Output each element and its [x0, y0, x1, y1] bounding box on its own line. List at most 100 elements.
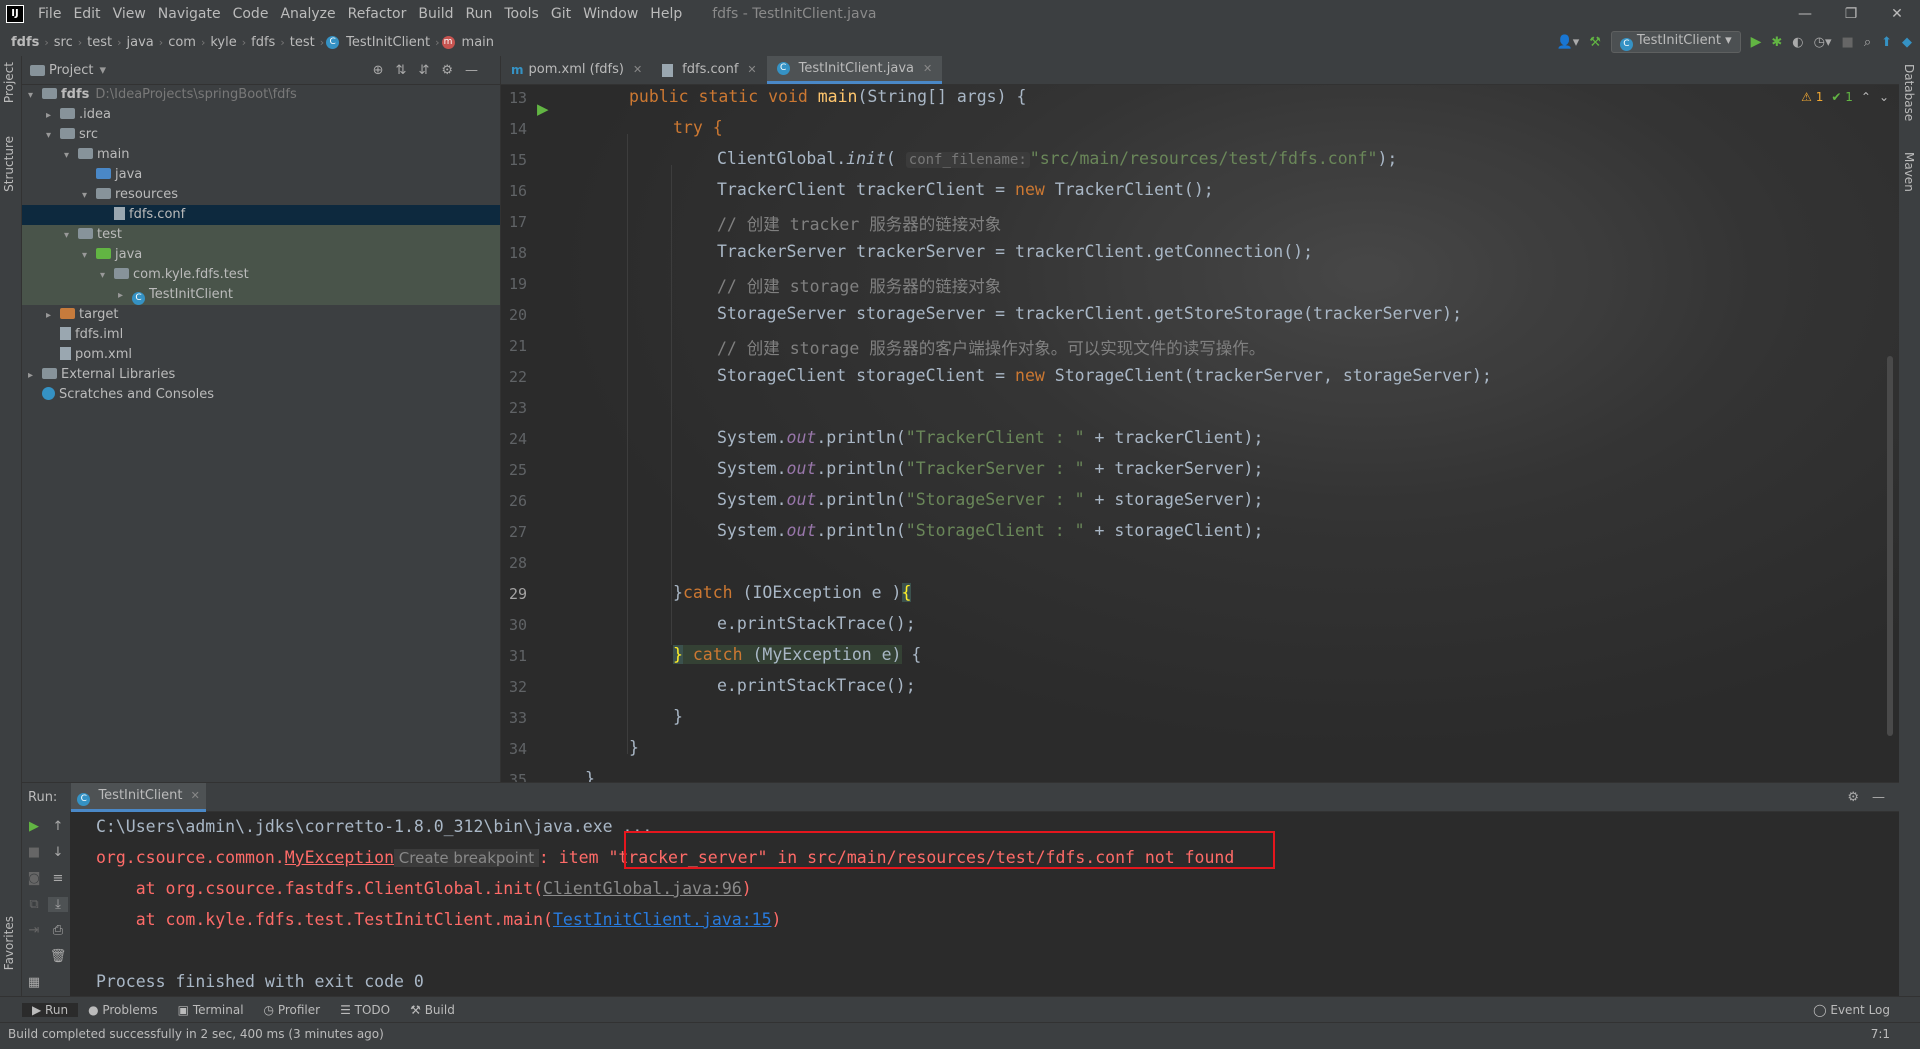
- tool-tab-project[interactable]: Project: [2, 62, 16, 103]
- scroll-to-end-icon[interactable]: ⤓: [48, 897, 68, 912]
- chevron-down-icon[interactable]: ▾: [64, 146, 78, 166]
- tool-tab-problems[interactable]: ● Problems: [78, 1003, 168, 1017]
- menu-navigate[interactable]: Navigate: [152, 6, 227, 22]
- scroll-up-icon[interactable]: ↑: [48, 819, 68, 834]
- menu-analyze[interactable]: Analyze: [274, 6, 341, 22]
- export-icon[interactable]: ⇥: [24, 923, 44, 938]
- chevron-down-icon[interactable]: ▾: [82, 186, 96, 206]
- menu-view[interactable]: View: [107, 6, 152, 22]
- tree-item[interactable]: ▸ C TestInitClient: [22, 285, 500, 305]
- gear-icon[interactable]: ⚙: [1847, 790, 1859, 805]
- chevron-right-icon[interactable]: ▸: [46, 306, 60, 326]
- tool-tab-run[interactable]: ▶ Run: [22, 1003, 79, 1017]
- search-icon[interactable]: ⌕: [1864, 35, 1871, 50]
- create-breakpoint-link[interactable]: Create breakpoint: [394, 849, 539, 867]
- chevron-down-icon[interactable]: ▾: [46, 126, 60, 146]
- soft-wrap-icon[interactable]: ≡: [48, 871, 68, 886]
- tool-tab-favorites[interactable]: Favorites: [2, 916, 16, 970]
- tool-tab-profiler[interactable]: ◷ Profiler: [254, 1003, 331, 1017]
- menu-edit[interactable]: Edit: [67, 6, 106, 22]
- trash-icon[interactable]: 🗑: [48, 949, 68, 964]
- chevron-down-icon[interactable]: ▾: [82, 246, 96, 266]
- menu-window[interactable]: Window: [577, 6, 644, 22]
- close-icon[interactable]: ✕: [747, 56, 756, 84]
- tree-item[interactable]: ▸ External Libraries: [22, 365, 500, 385]
- stop-icon[interactable]: ■: [24, 845, 44, 860]
- breadcrumb-item[interactable]: fdfs: [248, 35, 278, 50]
- breadcrumb-item[interactable]: java: [124, 35, 157, 50]
- tree-item[interactable]: fdfs.conf: [22, 205, 500, 225]
- run-gutter-icon[interactable]: ▶: [537, 100, 549, 118]
- project-toolbar-icons[interactable]: ⊕⇅⇵⚙—: [373, 63, 490, 78]
- breadcrumb-item[interactable]: com: [165, 35, 199, 50]
- breadcrumb-item[interactable]: TestInitClient: [343, 35, 433, 50]
- debug-icon[interactable]: ✱: [1771, 35, 1782, 50]
- update-icon[interactable]: ⬆: [1881, 35, 1892, 50]
- stacktrace-link[interactable]: TestInitClient.java:15: [553, 910, 772, 929]
- stacktrace-link[interactable]: ClientGlobal.java:96: [543, 879, 742, 898]
- breadcrumb-item[interactable]: test: [84, 35, 115, 50]
- restore-button[interactable]: ❐: [1828, 0, 1874, 28]
- user-icon[interactable]: 👤▾: [1557, 35, 1580, 50]
- menu-build[interactable]: Build: [412, 6, 459, 22]
- menu-help[interactable]: Help: [644, 6, 688, 22]
- chevron-down-icon[interactable]: ▾: [100, 266, 114, 286]
- print-icon[interactable]: ⎙: [48, 923, 68, 938]
- stop-icon[interactable]: ■: [1842, 35, 1854, 50]
- run-icon[interactable]: ▶: [1751, 34, 1762, 50]
- breadcrumb-item[interactable]: main: [459, 35, 497, 50]
- menu-refactor[interactable]: Refactor: [342, 6, 413, 22]
- event-log-button[interactable]: ◯ Event Log: [1803, 1003, 1900, 1017]
- tree-item[interactable]: pom.xml: [22, 345, 500, 365]
- hide-icon[interactable]: —: [1872, 790, 1885, 805]
- tool-tab-database[interactable]: Database: [1902, 64, 1916, 121]
- tree-item[interactable]: ▾ fdfs D:\IdeaProjects\springBoot\fdfs: [22, 85, 500, 105]
- menu-file[interactable]: File: [32, 6, 67, 22]
- tree-item[interactable]: fdfs.iml: [22, 325, 500, 345]
- menu-tools[interactable]: Tools: [498, 6, 545, 22]
- chevron-down-icon[interactable]: ▾: [99, 63, 106, 78]
- tree-item[interactable]: java: [22, 165, 500, 185]
- tool-tab-structure[interactable]: Structure: [2, 136, 16, 192]
- chevron-right-icon[interactable]: ▸: [118, 286, 132, 306]
- layout-icon[interactable]: ▦: [24, 975, 44, 990]
- tree-item[interactable]: ▾ com.kyle.fdfs.test: [22, 265, 500, 285]
- run-tab-testinitclient[interactable]: C TestInitClient ✕: [71, 782, 206, 812]
- editor-scrollbar[interactable]: [1887, 356, 1893, 736]
- camera-icon[interactable]: ◙: [24, 871, 44, 886]
- minimize-button[interactable]: —: [1782, 0, 1828, 28]
- tool-tab-terminal[interactable]: ▣ Terminal: [168, 1003, 254, 1017]
- tree-item[interactable]: Scratches and Consoles: [22, 385, 500, 405]
- tree-item[interactable]: ▾ resources: [22, 185, 500, 205]
- chevron-right-icon[interactable]: ▸: [28, 366, 42, 386]
- breadcrumb-item[interactable]: src: [51, 35, 76, 50]
- jetbrains-toolbox-icon[interactable]: ◆: [1902, 35, 1912, 50]
- tool-tab-maven[interactable]: Maven: [1902, 152, 1916, 192]
- caret-position[interactable]: 7:1: [1871, 1027, 1890, 1041]
- tool-tab-todo[interactable]: ☰ TODO: [330, 1003, 400, 1017]
- tree-item[interactable]: ▸ .idea: [22, 105, 500, 125]
- tree-item[interactable]: ▾ main: [22, 145, 500, 165]
- restore-layout-icon[interactable]: ⧉: [24, 897, 44, 912]
- exception-link[interactable]: MyException: [285, 848, 394, 867]
- tree-item[interactable]: ▾ src: [22, 125, 500, 145]
- rerun-icon[interactable]: ▶: [24, 819, 44, 834]
- menu-git[interactable]: Git: [545, 6, 577, 22]
- close-window-button[interactable]: ✕: [1874, 0, 1920, 28]
- close-icon[interactable]: ✕: [191, 789, 200, 802]
- tab-pom-xml[interactable]: m pom.xml (fdfs) ✕: [501, 56, 652, 84]
- tree-item[interactable]: ▾ java: [22, 245, 500, 265]
- coverage-icon[interactable]: ◐: [1792, 35, 1803, 50]
- menu-code[interactable]: Code: [227, 6, 275, 22]
- close-icon[interactable]: ✕: [633, 56, 642, 84]
- scroll-down-icon[interactable]: ↓: [48, 845, 68, 860]
- code-editor[interactable]: m pom.xml (fdfs) ✕ fdfs.conf ✕ C TestIni…: [501, 56, 1899, 782]
- breadcrumb-item[interactable]: fdfs: [8, 35, 42, 50]
- console-output[interactable]: C:\Users\admin\.jdks\corretto-1.8.0_312\…: [96, 811, 1899, 996]
- profile-icon[interactable]: ◷▾: [1814, 35, 1832, 50]
- status-message[interactable]: Build completed successfully in 2 sec, 4…: [8, 1027, 384, 1041]
- tab-testinitclient-java[interactable]: C TestInitClient.java ✕: [766, 56, 943, 84]
- build-hammer-icon[interactable]: ⚒: [1589, 35, 1601, 50]
- menu-run[interactable]: Run: [460, 6, 499, 22]
- tree-item[interactable]: ▸ target: [22, 305, 500, 325]
